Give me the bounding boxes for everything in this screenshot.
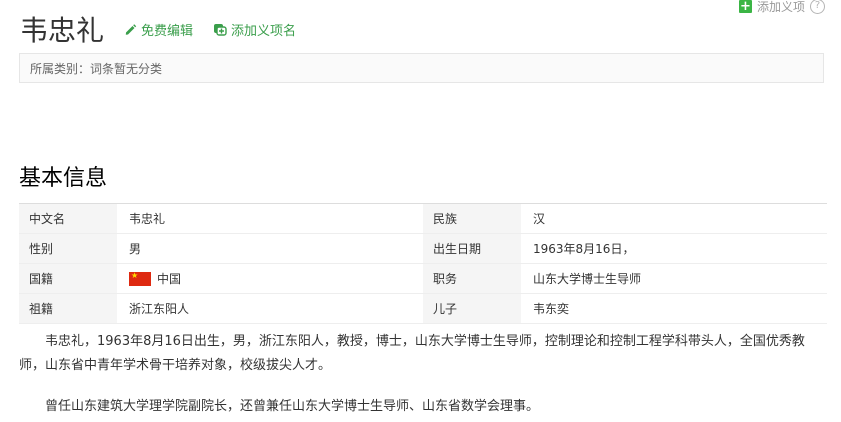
info-value-son[interactable]: 韦东奕 (521, 294, 827, 323)
top-add-item[interactable]: + 添加义项 ? (738, 0, 825, 15)
info-row: 国籍 中国 职务 山东大学博士生导师 (19, 264, 827, 294)
info-name-nationality: 国籍 (19, 264, 117, 293)
info-value-chinese-name: 韦忠礼 (129, 212, 166, 226)
info-row: 祖籍 浙江东阳人 儿子 韦东奕 (19, 294, 827, 324)
edit-button[interactable]: 免费编辑 (124, 20, 193, 39)
info-name-birth-date: 出生日期 (423, 234, 521, 263)
page-title: 韦忠礼 (20, 14, 105, 47)
add-item-button[interactable]: 添加义项名 (213, 20, 296, 39)
category-text: 所属类别：词条暂无分类 (30, 61, 163, 76)
paragraph-intro: 韦忠礼，1963年8月16日出生，男，浙江东阳人，教授，博士，山东大学博士生导师… (19, 334, 805, 373)
paragraph-career: 曾任山东建筑大学理学院副院长，还曾兼任山东大学博士生导师、山东省数学会理事。 (45, 399, 540, 414)
info-name-ethnicity: 民族 (423, 204, 521, 233)
title-row: 韦忠礼 免费编辑 添加义项名 (20, 10, 296, 48)
add-item-button-label: 添加义项名 (231, 23, 297, 39)
plus-icon: + (738, 0, 752, 14)
pencil-icon (124, 23, 137, 36)
china-flag-icon (129, 271, 151, 286)
info-value-ethnicity: 汉 (533, 212, 546, 226)
top-add-item-label: 添加义项 (756, 0, 805, 14)
edit-button-label: 免费编辑 (141, 23, 194, 39)
nationality-text: 中国 (157, 272, 182, 286)
info-value-birth-date: 1963年8月16日， (533, 242, 635, 256)
info-name-chinese-name: 中文名 (19, 204, 117, 233)
help-icon[interactable]: ? (810, 0, 825, 14)
info-name-ancestral-home: 祖籍 (19, 294, 117, 323)
info-row: 中文名 韦忠礼 民族 汉 (19, 204, 827, 234)
section-title: 基本信息 (19, 166, 108, 191)
info-value-nationality: 中国 (117, 264, 423, 293)
info-value-position[interactable]: 山东大学博士生导师 (521, 264, 827, 293)
info-value-gender: 男 (129, 242, 142, 256)
category-bar: 所属类别：词条暂无分类 (19, 53, 824, 83)
info-value-ancestral-home: 浙江东阳人 (129, 302, 190, 316)
info-table: 中文名 韦忠礼 民族 汉 性别 男 出生日期 1963年8月16日， 国籍 中国… (19, 203, 827, 324)
info-name-son: 儿子 (423, 294, 521, 323)
info-row: 性别 男 出生日期 1963年8月16日， (19, 234, 827, 264)
add-item-icon (213, 23, 227, 36)
info-name-gender: 性别 (19, 234, 117, 263)
info-name-position: 职务 (423, 264, 521, 293)
